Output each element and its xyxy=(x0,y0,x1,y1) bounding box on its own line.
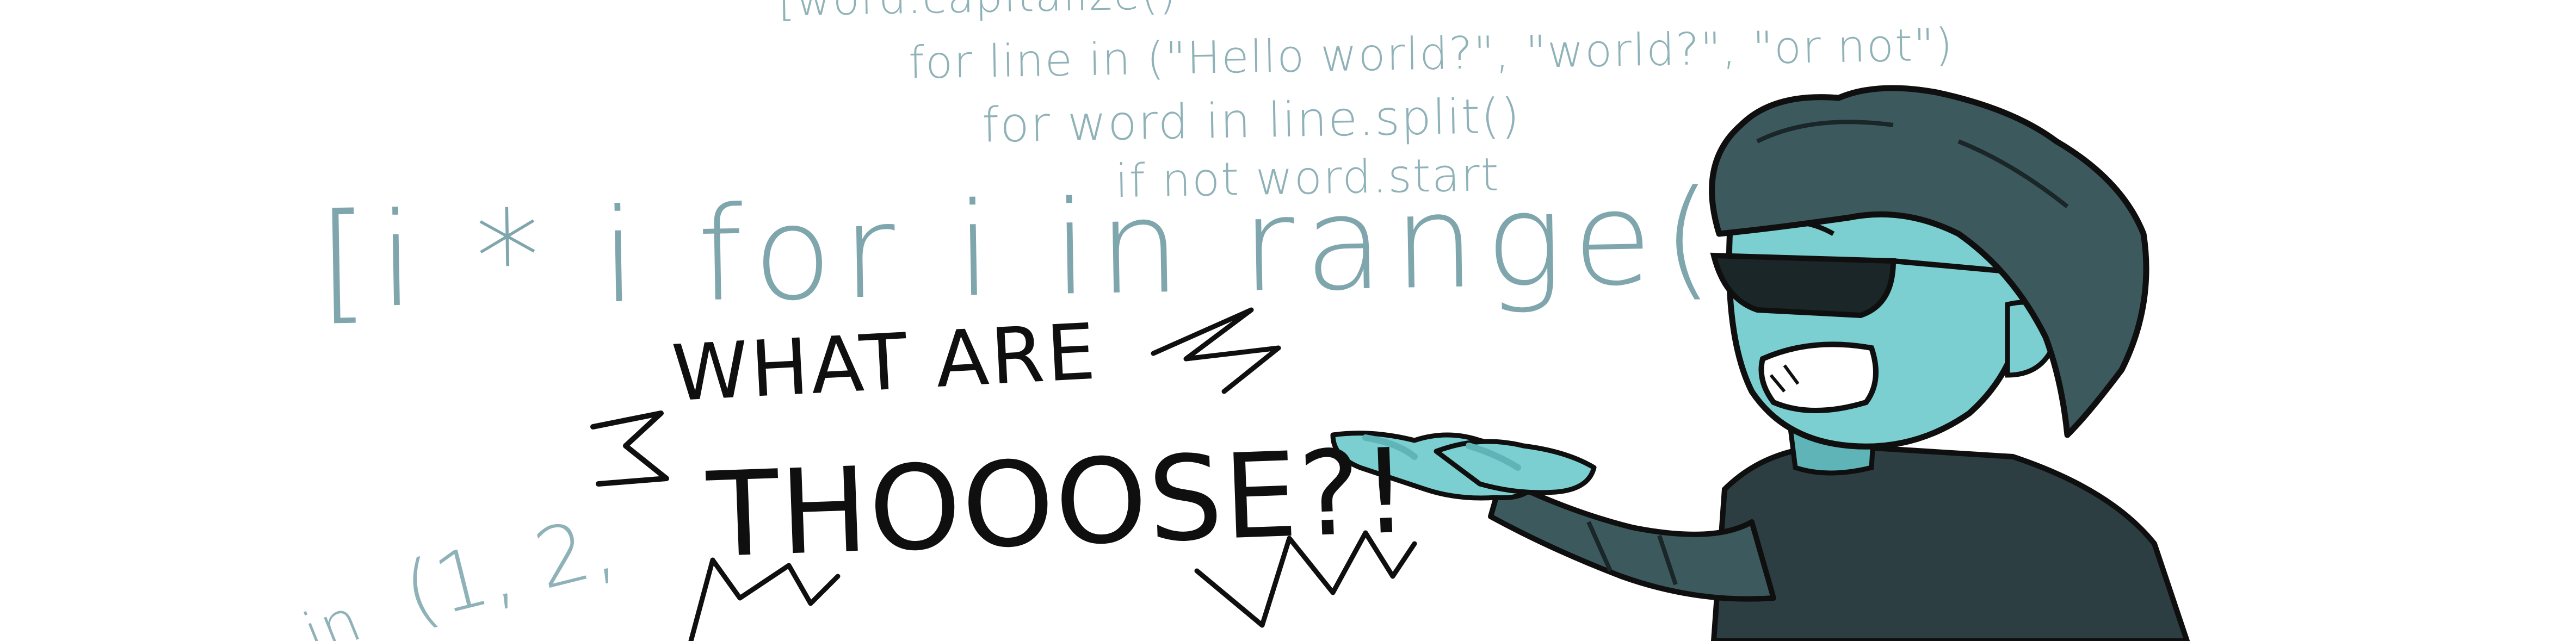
illustration-canvas: [word.capitalize() for line in ("Hello w… xyxy=(0,0,2576,641)
shock-scribble-top xyxy=(1151,307,1281,394)
sigma-doodle xyxy=(590,410,669,487)
speech-line-2: THOOOSE?! xyxy=(705,422,1412,584)
